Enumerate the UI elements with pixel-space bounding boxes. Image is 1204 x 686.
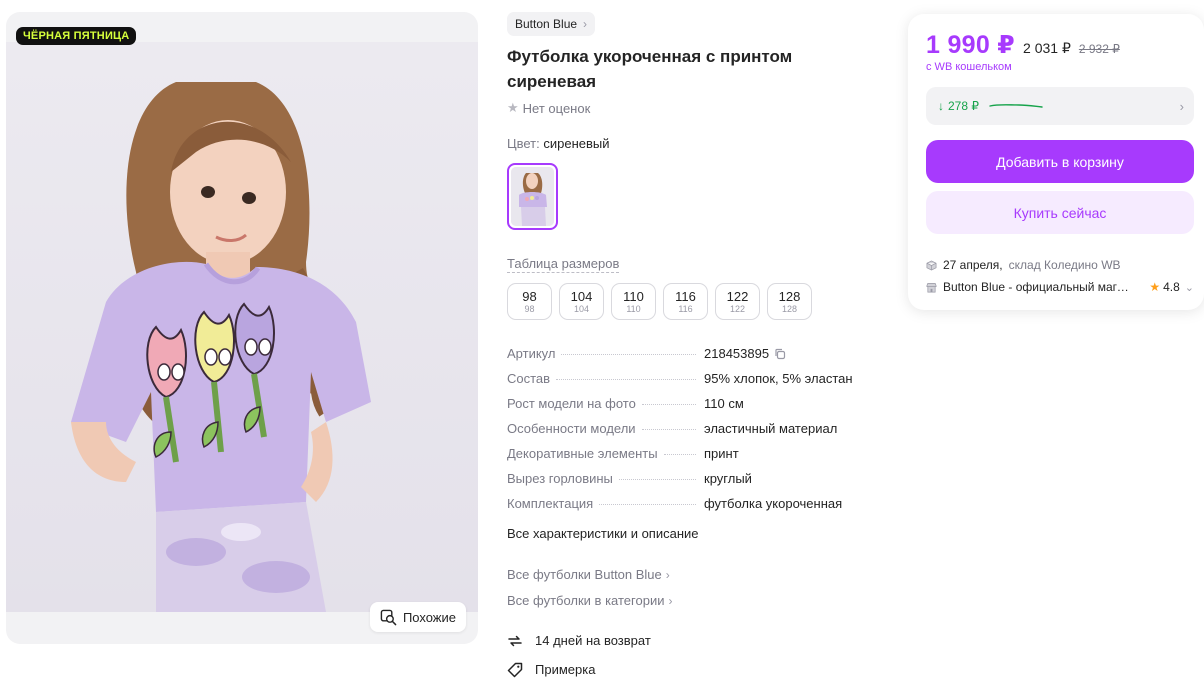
price-old: 2 932 ₽ [1078, 42, 1120, 56]
product-photo[interactable] [6, 42, 478, 612]
spec-value: 110 см [704, 396, 744, 411]
seller-row[interactable]: Button Blue - официальный магазин ★ 4.8 … [926, 276, 1194, 298]
specs-table: Артикул 218453895 Состав 95% хлопок, 5% … [507, 346, 887, 521]
color-label: Цвет: [507, 136, 540, 151]
chevron-right-icon: › [1179, 98, 1184, 114]
perks: 14 дней на возврат Примерка [507, 626, 887, 684]
spec-row: Артикул 218453895 [507, 346, 887, 371]
all-brand-tshirts-link[interactable]: Все футболки Button Blue › [507, 562, 887, 588]
box-icon [926, 260, 937, 270]
price-card: 1 990 ₽ 2 031 ₽ 2 932 ₽ с WB кошельком ↓… [908, 14, 1204, 310]
spec-key: Особенности модели [507, 421, 636, 436]
spec-row: Комплектация футболка укороченная [507, 496, 887, 521]
product-info: Button Blue › Футболка укороченная с при… [507, 12, 887, 684]
warehouse: склад Коледино WB [1008, 258, 1121, 272]
thumb-illustration [511, 167, 554, 226]
price-sparkline [989, 104, 1043, 108]
fitting-perk[interactable]: Примерка [507, 655, 887, 684]
similar-search-icon [380, 609, 397, 625]
brand-name: Button Blue [515, 17, 578, 31]
price-drop-amount: 278 ₽ [948, 99, 979, 113]
rating-text: Нет оценок [522, 100, 591, 116]
category-links: Все футболки Button Blue › Все футболки в… [507, 562, 887, 614]
spec-row: Декоративные элементы принт [507, 446, 887, 471]
tag-icon [507, 662, 523, 677]
spec-key: Рост модели на фото [507, 396, 636, 411]
product-photo-illustration [6, 42, 478, 612]
size-option[interactable]: 128 128 [767, 283, 812, 320]
delivery-date: 27 апреля, [943, 258, 1003, 272]
similar-label: Похожие [402, 609, 456, 625]
seller-name: Button Blue - официальный магазин [943, 280, 1133, 294]
size-selector: 98 98 104 104 110 110 116 116 122 122 128 128 [507, 283, 887, 320]
spec-value: футболка укороченная [704, 496, 843, 511]
star-icon: ★ [1149, 280, 1161, 294]
star-icon: ★ [507, 100, 519, 115]
return-perk[interactable]: 14 дней на возврат [507, 626, 887, 655]
size-option[interactable]: 98 98 [507, 283, 552, 320]
copy-icon[interactable] [774, 348, 786, 360]
spec-key: Артикул [507, 346, 556, 361]
black-friday-badge: ЧЁРНАЯ ПЯТНИЦА [16, 27, 137, 45]
price-without-wallet: 2 031 ₽ [1023, 40, 1071, 56]
seller-rating: ★ 4.8 ⌄ [1149, 280, 1194, 294]
size-option[interactable]: 122 122 [715, 283, 760, 320]
all-category-tshirts-link[interactable]: Все футболки в категории › [507, 588, 887, 614]
product-photo-card: ЧЁРНАЯ ПЯТНИЦА Похожие [6, 12, 478, 644]
all-specs-link[interactable]: Все характеристики и описание [507, 521, 887, 546]
spec-value: эластичный материал [704, 421, 838, 436]
chevron-right-icon: › [668, 594, 673, 608]
price-history[interactable]: ↓ 278 ₽ › [926, 87, 1194, 125]
chevron-right-icon: › [583, 17, 588, 31]
spec-key: Вырез горловины [507, 471, 613, 486]
color-line: Цвет: сиреневый [507, 136, 887, 151]
spec-key: Состав [507, 371, 551, 386]
spec-value: 218453895 [704, 346, 770, 361]
add-to-cart-button[interactable]: Добавить в корзину [926, 140, 1194, 183]
color-option-thumbnail[interactable] [507, 163, 558, 230]
spec-key: Комплектация [507, 496, 594, 511]
brand-link[interactable]: Button Blue › [507, 12, 596, 36]
size-option[interactable]: 110 110 [611, 283, 656, 320]
similar-button[interactable]: Похожие [369, 602, 466, 632]
rating[interactable]: ★ Нет оценок [507, 100, 887, 116]
price-row: 1 990 ₽ 2 031 ₽ 2 932 ₽ [926, 30, 1194, 60]
wallet-note[interactable]: с WB кошельком [926, 61, 1194, 73]
arrow-down-icon: ↓ [938, 99, 944, 113]
spec-value: 95% хлопок, 5% эластан [704, 371, 853, 386]
spec-key: Декоративные элементы [507, 446, 658, 461]
store-icon [926, 282, 937, 292]
return-arrows-icon [508, 635, 522, 646]
spec-value: круглый [704, 471, 752, 486]
chevron-down-icon: ⌄ [1184, 281, 1194, 294]
color-thumb-image [511, 167, 554, 226]
product-title: Футболка укороченная с принтом сиреневая [507, 47, 793, 91]
price-current: 1 990 ₽ [926, 31, 1016, 59]
size-table-link[interactable]: Таблица размеров [507, 256, 620, 273]
spec-value: принт [704, 446, 739, 461]
chevron-right-icon: › [665, 568, 670, 582]
delivery-info: 27 апреля, склад Коледино WB Button Blue… [926, 254, 1194, 298]
size-option[interactable]: 104 104 [559, 283, 604, 320]
spec-row: Особенности модели эластичный материал [507, 421, 887, 446]
size-option[interactable]: 116 116 [663, 283, 708, 320]
color-value: сиреневый [543, 136, 610, 151]
spec-row: Состав 95% хлопок, 5% эластан [507, 371, 887, 396]
spec-row: Вырез горловины круглый [507, 471, 887, 496]
buy-now-button[interactable]: Купить сейчас [926, 191, 1194, 234]
spec-row: Рост модели на фото 110 см [507, 396, 887, 421]
delivery-date-row: 27 апреля, склад Коледино WB [926, 254, 1194, 276]
